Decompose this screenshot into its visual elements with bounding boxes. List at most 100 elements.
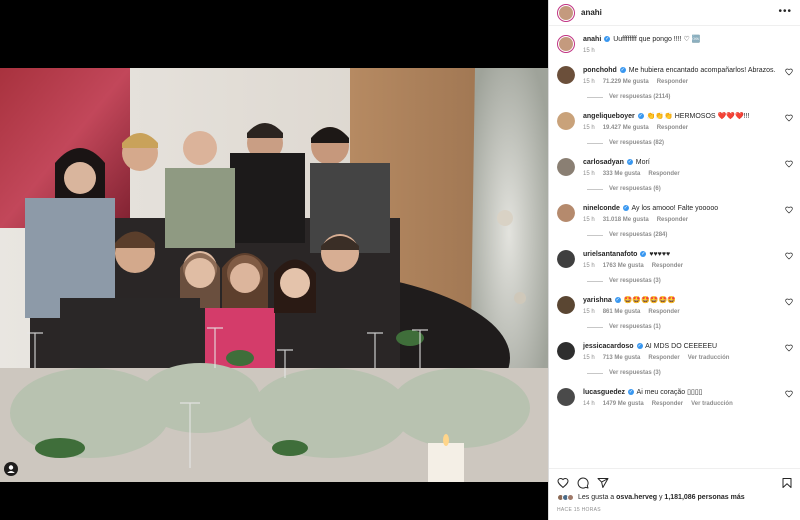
commenter-username[interactable]: lucasguedez (583, 389, 625, 396)
comment-like-count[interactable]: 333 Me gusta (603, 171, 641, 177)
comment-text-row: ninelconde ✓ Ay los amooo! Falte yooooo (583, 204, 779, 213)
comment-time: 15 h (583, 217, 595, 223)
comment-thread: lucasguedez ✓ Ai meu coração ▯▯▯▯ 14 h 147… (557, 388, 793, 407)
reply-button[interactable]: Responder (648, 309, 679, 315)
view-replies-label[interactable]: Ver respuestas (2114) (609, 94, 670, 100)
comment-icon[interactable] (577, 477, 589, 489)
view-replies-label[interactable]: Ver respuestas (3) (609, 370, 661, 376)
commenter-username[interactable]: ponchohd (583, 67, 617, 74)
verified-icon: ✓ (627, 389, 634, 396)
commenter-username[interactable]: jessicacardoso (583, 343, 634, 350)
commenter-username[interactable]: angeliqueboyer (583, 113, 635, 120)
translate-button[interactable]: Ver traducción (691, 401, 733, 407)
caption-username[interactable]: anahi (583, 36, 601, 43)
post-caption: anahi ✓ Uuffffffff que pongo !!!! ♡ 🆒 15… (557, 35, 793, 54)
post-photo[interactable] (0, 68, 548, 482)
author-avatar[interactable] (557, 3, 575, 22)
commenter-avatar[interactable] (557, 388, 575, 406)
comment-heart-icon[interactable] (785, 206, 793, 214)
likes-suffix[interactable]: personas más (698, 494, 745, 501)
replies-divider (587, 234, 603, 236)
view-replies-button[interactable]: Ver respuestas (284) (587, 232, 793, 238)
verified-icon: ✓ (636, 343, 643, 350)
comment-like-count[interactable]: 1763 Me gusta (603, 263, 644, 269)
comment-text-row: angeliqueboyer ✓ 👏👏👏 HERMOSOS ❤️❤️❤️!!! (583, 112, 779, 121)
view-replies-button[interactable]: Ver respuestas (1) (587, 324, 793, 330)
commenter-avatar[interactable] (557, 66, 575, 84)
comment-time: 15 h (583, 125, 595, 131)
comment-heart-icon[interactable] (785, 252, 793, 260)
comment: angeliqueboyer ✓ 👏👏👏 HERMOSOS ❤️❤️❤️!!! 1… (557, 112, 793, 131)
comment-like-count[interactable]: 861 Me gusta (603, 309, 641, 315)
likes-user[interactable]: osva.herveg (616, 494, 657, 501)
heart-icon[interactable] (557, 477, 569, 489)
post-side-panel: anahi ••• anahi ✓ Uuffffffff que pongo !… (548, 0, 800, 520)
share-icon[interactable] (597, 477, 609, 489)
commenter-avatar[interactable] (557, 342, 575, 360)
view-replies-label[interactable]: Ver respuestas (284) (609, 232, 667, 238)
comment-heart-icon[interactable] (785, 160, 793, 168)
comment-like-count[interactable]: 31.018 Me gusta (603, 217, 649, 223)
comment-thread: urielsantanafoto ✓ ♥♥♥♥♥ 15 h 1763 Me gust… (557, 250, 793, 284)
caption-text-row: anahi ✓ Uuffffffff que pongo !!!! ♡ 🆒 (583, 35, 793, 44)
reply-button[interactable]: Responder (657, 125, 688, 131)
comment-threads: ponchohd ✓ Me hubiera encantado acompaña… (557, 66, 793, 407)
reply-button[interactable]: Responder (657, 79, 688, 85)
verified-icon: ✓ (637, 113, 644, 120)
caption-avatar[interactable] (557, 35, 575, 53)
view-replies-label[interactable]: Ver respuestas (82) (609, 140, 664, 146)
commenter-username[interactable]: urielsantanafoto (583, 251, 637, 258)
comment-heart-icon[interactable] (785, 68, 793, 76)
post-header: anahi ••• (549, 0, 800, 26)
likes-count[interactable]: 1,181,086 (664, 494, 695, 501)
reply-button[interactable]: Responder (648, 171, 679, 177)
bookmark-icon[interactable] (781, 477, 793, 489)
more-options-icon[interactable]: ••• (778, 7, 792, 17)
verified-icon: ✓ (619, 67, 626, 74)
view-replies-button[interactable]: Ver respuestas (3) (587, 278, 793, 284)
commenter-username[interactable]: ninelconde (583, 205, 620, 212)
commenter-username[interactable]: yarishna (583, 297, 612, 304)
commenter-avatar[interactable] (557, 204, 575, 222)
commenter-avatar[interactable] (557, 250, 575, 268)
comment-like-count[interactable]: 71.229 Me gusta (603, 79, 649, 85)
comment-thread: ninelconde ✓ Ay los amooo! Falte yooooo 1… (557, 204, 793, 238)
replies-divider (587, 188, 603, 190)
comment-like-count[interactable]: 19.427 Me gusta (603, 125, 649, 131)
verified-icon: ✓ (604, 36, 611, 43)
commenter-avatar[interactable] (557, 112, 575, 130)
verified-icon: ✓ (640, 251, 647, 258)
commenter-avatar[interactable] (557, 296, 575, 314)
translate-button[interactable]: Ver traducción (688, 355, 730, 361)
comment: yarishna ✓ 🤩🤩🤩🤩🤩🤩 15 h 861 Me gusta Respond… (557, 296, 793, 315)
comment-text: ♥♥♥♥♥ (649, 251, 671, 258)
comment-text: Ai meu coração ▯▯▯▯ (636, 389, 703, 396)
comment-heart-icon[interactable] (785, 390, 793, 398)
reply-button[interactable]: Responder (657, 217, 688, 223)
view-replies-button[interactable]: Ver respuestas (2114) (587, 94, 793, 100)
view-replies-button[interactable]: Ver respuestas (6) (587, 186, 793, 192)
reply-button[interactable]: Responder (652, 401, 683, 407)
commenter-username[interactable]: carlosadyan (583, 159, 624, 166)
comment-like-count[interactable]: 1479 Me gusta (603, 401, 644, 407)
replies-divider (587, 280, 603, 282)
view-replies-label[interactable]: Ver respuestas (6) (609, 186, 661, 192)
view-replies-label[interactable]: Ver respuestas (3) (609, 278, 661, 284)
replies-divider (587, 326, 603, 328)
comment-thread: ponchohd ✓ Me hubiera encantado acompaña… (557, 66, 793, 100)
view-replies-button[interactable]: Ver respuestas (3) (587, 370, 793, 376)
comment-text-row: ponchohd ✓ Me hubiera encantado acompaña… (583, 66, 779, 75)
post-time-ago: HACE 15 HORAS (557, 507, 601, 513)
comment-heart-icon[interactable] (785, 344, 793, 352)
comment-like-count[interactable]: 713 Me gusta (603, 355, 641, 361)
view-replies-button[interactable]: Ver respuestas (82) (587, 140, 793, 146)
comment-heart-icon[interactable] (785, 114, 793, 122)
commenter-avatar[interactable] (557, 158, 575, 176)
user-tag-icon[interactable] (4, 462, 18, 476)
reply-button[interactable]: Responder (648, 355, 679, 361)
comment-heart-icon[interactable] (785, 298, 793, 306)
view-replies-label[interactable]: Ver respuestas (1) (609, 324, 661, 330)
author-username[interactable]: anahi (581, 8, 602, 17)
comment: urielsantanafoto ✓ ♥♥♥♥♥ 15 h 1763 Me gust… (557, 250, 793, 269)
reply-button[interactable]: Responder (652, 263, 683, 269)
